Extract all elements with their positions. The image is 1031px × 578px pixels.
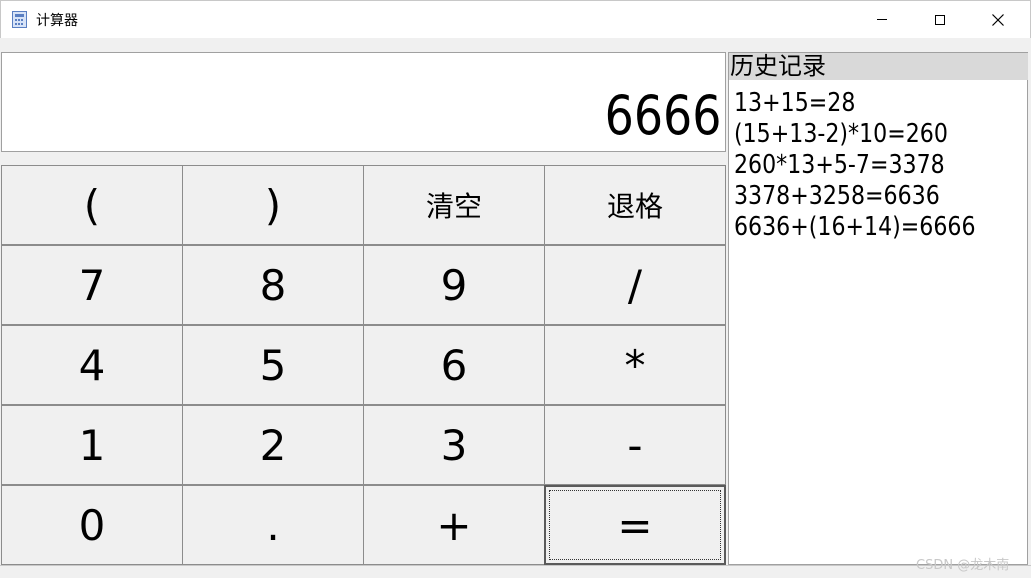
subtract-button[interactable]: - <box>544 405 726 485</box>
keypad: ( ) 清空 退格 7 8 9 / 4 5 6 * 1 2 3 - 0 . + … <box>1 165 727 565</box>
window-title: 计算器 <box>36 13 78 29</box>
history-header: 历史记录 <box>729 53 1028 80</box>
add-button[interactable]: + <box>363 485 545 565</box>
history-item[interactable]: 260*13+5-7=3378 <box>734 150 976 181</box>
close-icon <box>992 13 1004 26</box>
bottom-edge <box>0 565 1031 578</box>
result-display: 6666 <box>1 52 726 152</box>
maximize-button[interactable] <box>911 1 969 38</box>
history-panel[interactable]: 历史记录 13+15=28 (15+13-2)*10=260 260*13+5-… <box>728 52 1028 565</box>
digit-5-button[interactable]: 5 <box>182 325 364 405</box>
history-item[interactable]: (15+13-2)*10=260 <box>734 119 976 150</box>
minimize-icon <box>877 19 887 20</box>
history-list: 13+15=28 (15+13-2)*10=260 260*13+5-7=337… <box>734 88 1018 243</box>
history-item[interactable]: 3378+3258=6636 <box>734 181 976 212</box>
clear-button[interactable]: 清空 <box>363 165 545 245</box>
maximize-icon <box>935 14 945 25</box>
watermark: CSDN @龙木南 <box>916 558 1010 573</box>
open-paren-button[interactable]: ( <box>1 165 183 245</box>
calculator-icon <box>12 11 27 28</box>
divide-button[interactable]: / <box>544 245 726 325</box>
digit-0-button[interactable]: 0 <box>1 485 183 565</box>
close-button[interactable] <box>969 1 1027 38</box>
title-bar: 计算器 <box>0 0 1031 38</box>
display-value: 6666 <box>604 84 721 147</box>
equals-button[interactable]: = <box>544 485 726 565</box>
digit-4-button[interactable]: 4 <box>1 325 183 405</box>
digit-2-button[interactable]: 2 <box>182 405 364 485</box>
close-paren-button[interactable]: ) <box>182 165 364 245</box>
history-item[interactable]: 13+15=28 <box>734 88 976 119</box>
digit-7-button[interactable]: 7 <box>1 245 183 325</box>
backspace-button[interactable]: 退格 <box>544 165 726 245</box>
digit-3-button[interactable]: 3 <box>363 405 545 485</box>
digit-8-button[interactable]: 8 <box>182 245 364 325</box>
multiply-button[interactable]: * <box>544 325 726 405</box>
history-item[interactable]: 6636+(16+14)=6666 <box>734 212 976 243</box>
digit-6-button[interactable]: 6 <box>363 325 545 405</box>
digit-9-button[interactable]: 9 <box>363 245 545 325</box>
digit-1-button[interactable]: 1 <box>1 405 183 485</box>
decimal-point-button[interactable]: . <box>182 485 364 565</box>
minimize-button[interactable] <box>853 1 911 38</box>
